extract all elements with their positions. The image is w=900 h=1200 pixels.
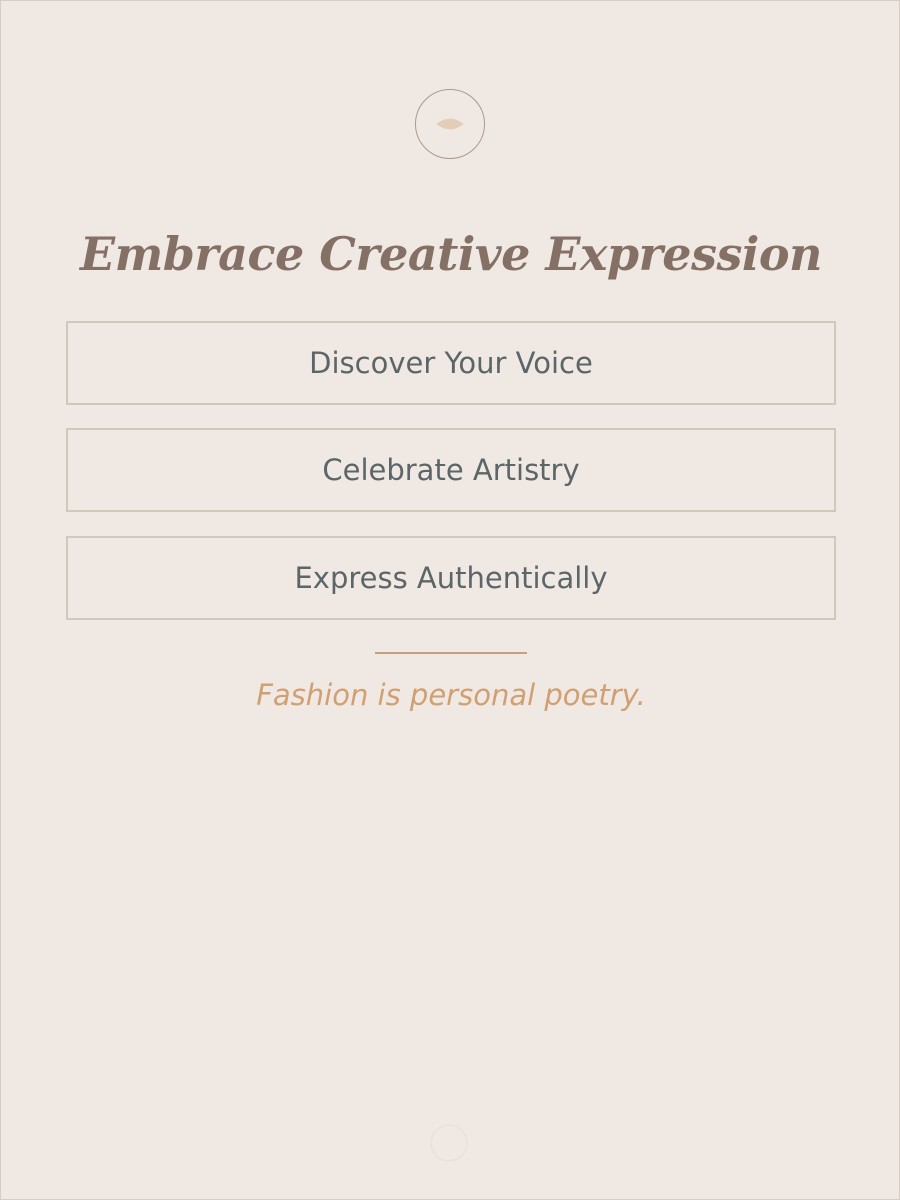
page-title: Embrace Creative Expression <box>80 227 822 281</box>
divider <box>375 652 527 654</box>
express-authentically-button[interactable]: Express Authentically <box>66 536 836 620</box>
discover-voice-button[interactable]: Discover Your Voice <box>66 321 836 405</box>
leaf-icon-graphic <box>436 118 464 130</box>
faint-circle-icon <box>430 1124 468 1162</box>
page: Embrace Creative Expression Discover You… <box>0 0 900 1200</box>
celebrate-artistry-button[interactable]: Celebrate Artistry <box>66 428 836 512</box>
leaf-icon <box>415 89 485 159</box>
tagline: Fashion is personal poetry. <box>256 678 646 712</box>
